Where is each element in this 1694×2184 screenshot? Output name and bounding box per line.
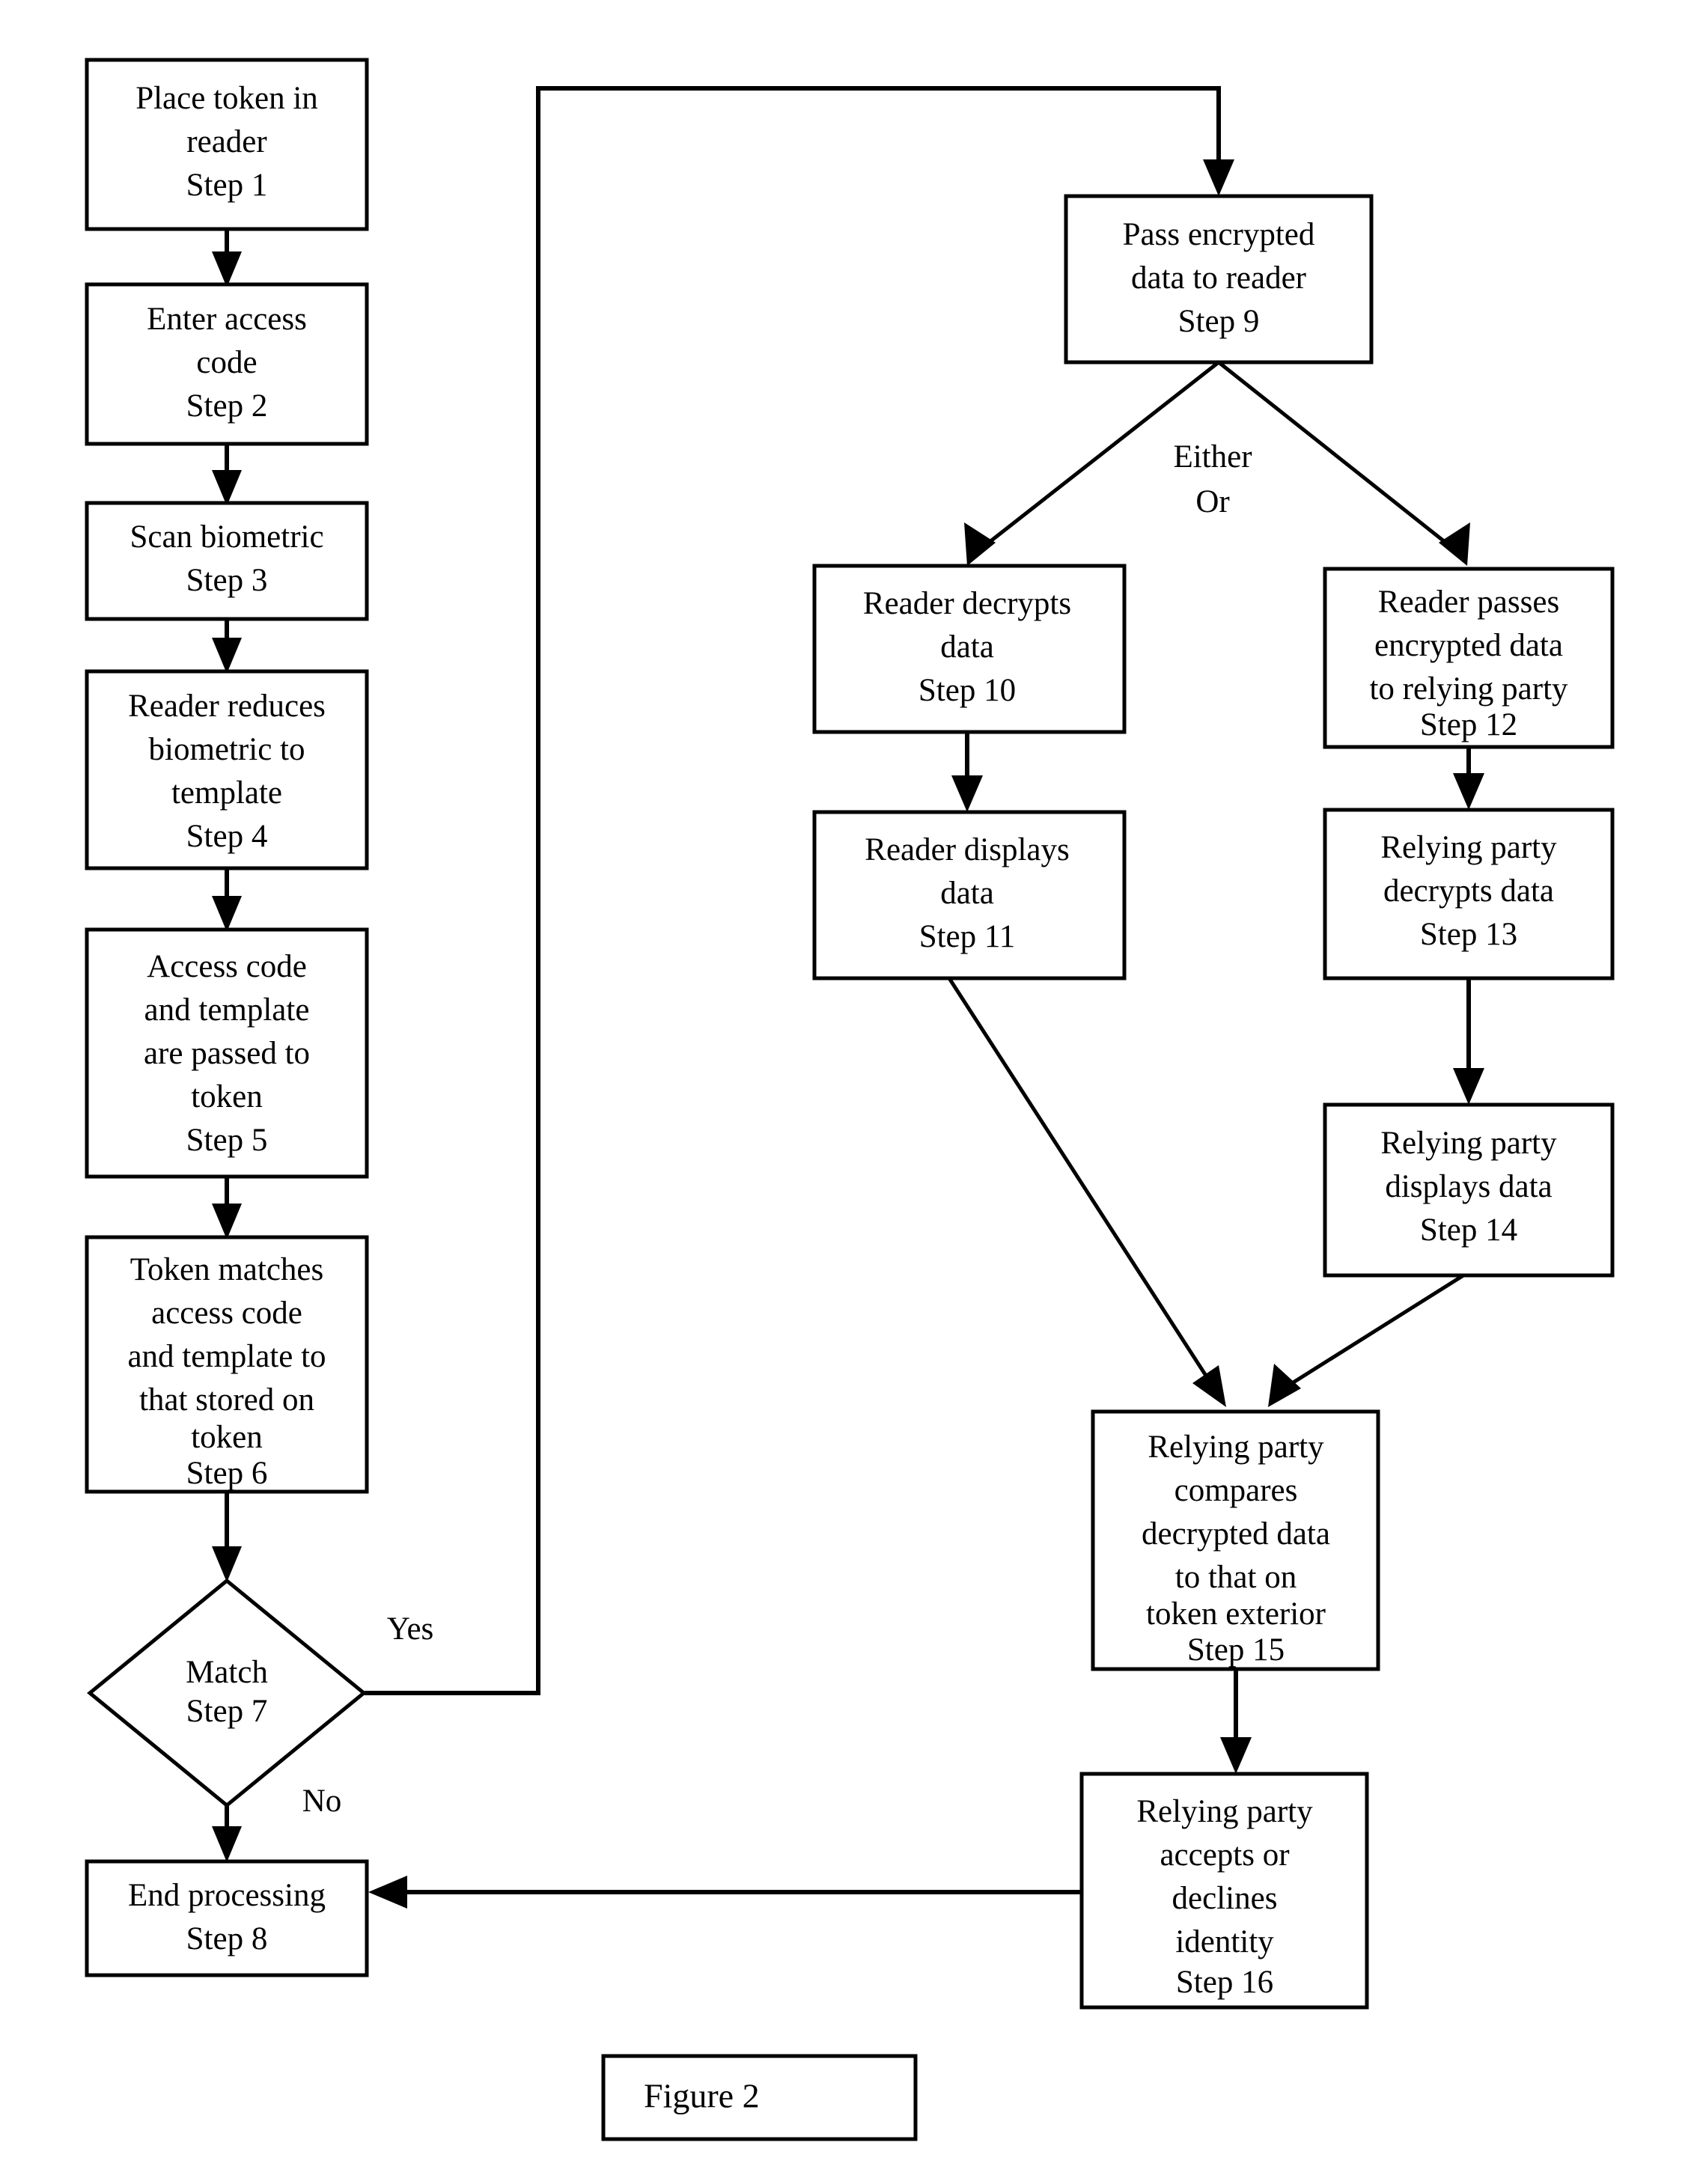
node-step10[interactable]: Reader decrypts data Step 10 [812, 564, 1127, 734]
node-step12-line4: Step 12 [1420, 707, 1517, 742]
node-step10-line2: data [940, 629, 994, 665]
edge-label-no: No [302, 1784, 342, 1819]
node-step8[interactable]: End processing Step 8 [85, 1859, 369, 1977]
node-step7-decision[interactable]: Match Step 7 [87, 1578, 367, 1808]
edge-step5-to-step6 [212, 1177, 242, 1239]
node-step2[interactable]: Enter access code Step 2 [85, 282, 369, 446]
node-step15[interactable]: Relying party compares decrypted data to… [1091, 1409, 1380, 1671]
node-step6-line1: Token matches [130, 1252, 323, 1287]
node-step15-line5: token exterior [1146, 1596, 1326, 1632]
node-step4-line2: biometric to [149, 732, 305, 767]
node-step16-line5: Step 16 [1176, 1965, 1273, 2000]
node-step14-line2: displays data [1385, 1169, 1552, 1204]
node-step1-line2: reader [186, 124, 266, 159]
node-step11[interactable]: Reader displays data Step 11 [812, 810, 1127, 980]
node-step4-line4: Step 4 [186, 819, 268, 854]
edge-label-yes: Yes [387, 1611, 434, 1647]
edge-step16-to-step8 [368, 1876, 1082, 1909]
node-step14-line1: Relying party [1380, 1126, 1557, 1161]
node-step15-line6: Step 15 [1187, 1632, 1285, 1668]
node-step5-line2: and template [144, 992, 310, 1028]
node-step15-line2: compares [1174, 1473, 1298, 1508]
edge-step10-to-step11 [951, 732, 983, 812]
node-step5-line5: Step 5 [186, 1123, 268, 1158]
node-step4[interactable]: Reader reduces biometric to template Ste… [85, 669, 369, 870]
node-step1-line1: Place token in [135, 81, 318, 116]
edge-step3-to-step4 [212, 619, 242, 674]
edge-step2-to-step3 [212, 444, 242, 506]
node-step16[interactable]: Relying party accepts or declines identi… [1079, 1772, 1369, 2010]
node-step7-line2: Step 7 [186, 1694, 268, 1729]
node-step13-line1: Relying party [1380, 830, 1557, 865]
node-step3[interactable]: Scan biometric Step 3 [85, 501, 369, 621]
node-step15-line4: to that on [1175, 1560, 1297, 1595]
node-step14-line3: Step 14 [1420, 1213, 1517, 1248]
flowchart-canvas: Place token in reader Step 1 Enter acces… [85, 58, 1615, 2141]
edge-step9-to-step12-or [1217, 361, 1470, 566]
node-step9-line1: Pass encrypted [1123, 217, 1315, 252]
edge-step1-to-step2 [212, 229, 242, 287]
node-step16-line4: identity [1175, 1924, 1274, 1959]
node-step11-line1: Reader displays [865, 832, 1069, 867]
edge-step6-to-step7 [212, 1492, 242, 1582]
node-step3-line1: Scan biometric [130, 519, 323, 555]
flowchart-figure: Place token in reader Step 1 Enter acces… [0, 0, 1694, 2184]
node-step3-line2: Step 3 [186, 563, 268, 598]
node-step4-line1: Reader reduces [128, 689, 326, 724]
node-step9[interactable]: Pass encrypted data to reader Step 9 [1064, 194, 1374, 364]
edge-step4-to-step5 [212, 868, 242, 932]
node-step13-line3: Step 13 [1420, 917, 1517, 952]
node-step6-line5: token [191, 1420, 263, 1455]
node-step2-line3: Step 2 [186, 388, 268, 424]
edge-label-or: Or [1195, 484, 1229, 519]
node-step2-line1: Enter access [147, 302, 307, 337]
node-step6[interactable]: Token matches access code and template t… [85, 1235, 369, 1494]
node-step10-line1: Reader decrypts [863, 586, 1071, 621]
edge-step13-to-step14 [1453, 978, 1484, 1105]
node-step12-line2: encrypted data [1374, 628, 1563, 663]
nodes-layer: Place token in reader Step 1 Enter acces… [85, 58, 1615, 2010]
node-step1-line3: Step 1 [186, 168, 268, 203]
edge-label-either: Either [1173, 439, 1252, 475]
node-step16-line2: accepts or [1160, 1837, 1289, 1873]
node-step5-line1: Access code [147, 949, 307, 984]
node-step14[interactable]: Relying party displays data Step 14 [1323, 1102, 1615, 1278]
node-step8-line1: End processing [128, 1878, 326, 1913]
node-step6-line6: Step 6 [186, 1456, 268, 1491]
node-step11-line3: Step 11 [919, 919, 1016, 954]
node-step9-line2: data to reader [1131, 260, 1306, 296]
node-step8-line2: Step 8 [186, 1921, 268, 1956]
node-step16-line1: Relying party [1136, 1794, 1313, 1829]
node-step12[interactable]: Reader passes encrypted data to relying … [1323, 567, 1615, 749]
node-step16-line3: declines [1172, 1881, 1278, 1916]
edge-step15-to-step16 [1220, 1669, 1252, 1774]
node-step11-line2: data [940, 876, 994, 911]
node-step6-line3: and template to [127, 1339, 326, 1374]
node-step12-line3: to relying party [1369, 671, 1568, 707]
node-step4-line3: template [171, 775, 282, 811]
node-step13-line2: decrypts data [1383, 873, 1554, 909]
figure-caption-box: Figure 2 [601, 2054, 918, 2141]
node-step5-line4: token [191, 1079, 263, 1114]
edge-step14-to-step15 [1268, 1273, 1465, 1407]
node-step13[interactable]: Relying party decrypts data Step 13 [1323, 808, 1615, 980]
node-step2-line2: code [196, 345, 257, 380]
node-step10-line3: Step 10 [918, 673, 1016, 708]
node-step5-line3: are passed to [144, 1036, 310, 1071]
edge-step11-to-step15 [947, 977, 1226, 1407]
node-step6-line2: access code [151, 1296, 302, 1331]
node-step7-line1: Match [186, 1655, 268, 1690]
figure-caption-text: Figure 2 [644, 2077, 760, 2115]
node-step9-line3: Step 9 [1178, 304, 1260, 339]
node-step6-line4: that stored on [139, 1382, 314, 1418]
node-step15-line3: decrypted data [1142, 1516, 1330, 1552]
node-step5[interactable]: Access code and template are passed to t… [85, 927, 369, 1179]
edge-step7-to-step8-no [212, 1805, 242, 1862]
node-step1[interactable]: Place token in reader Step 1 [85, 58, 369, 231]
node-step12-line1: Reader passes [1378, 585, 1559, 620]
edge-step12-to-step13 [1453, 747, 1484, 810]
node-step15-line1: Relying party [1148, 1430, 1324, 1465]
